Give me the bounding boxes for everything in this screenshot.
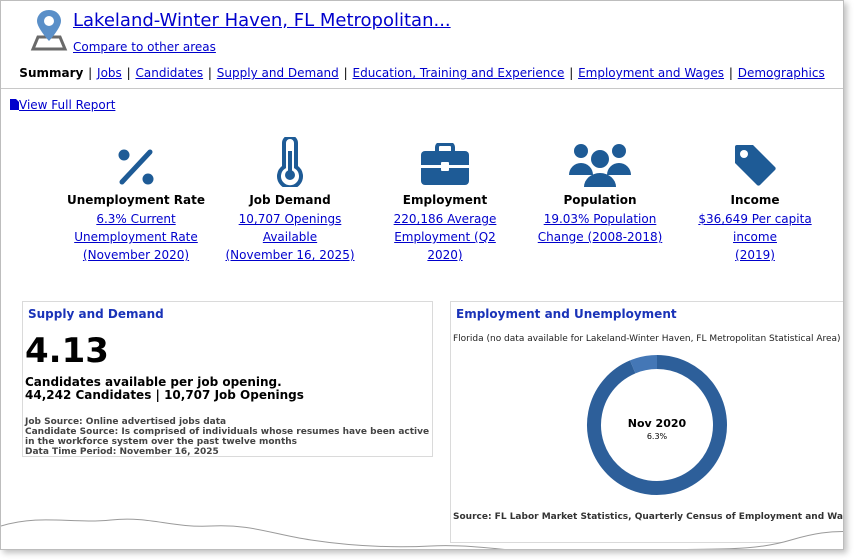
nav-item-demographics[interactable]: Demographics [738,66,825,80]
stat-label: Unemployment Rate [66,193,205,207]
stat-value-line: Change (2008-2018) [537,230,663,244]
stat-value-line: 6.3% Current [96,212,176,226]
users-icon [569,144,631,187]
section-nav: Summary | Jobs | Candidates | Supply and… [1,66,843,80]
stat-job-demand: Job Demand 10,707 Openings Available (No… [220,137,360,264]
stat-value-line: 10,707 Openings Available [238,212,342,244]
supply-demand-panel: Supply and Demand 4.13 Candidates availa… [22,301,433,457]
stat-population: Population 19.03% Population Change (200… [530,137,670,246]
briefcase-icon [421,143,469,185]
stat-label: Income [730,193,780,207]
panel-title: Employment and Unemployment [456,307,677,321]
nav-item-jobs[interactable]: Jobs [97,66,122,80]
map-pin-icon [30,10,68,51]
stat-value-line: 19.03% Population [543,212,657,226]
stat-value-line: $36,649 Per capita income [698,212,812,244]
stat-value-link[interactable]: $36,649 Per capita income (2019) [685,210,825,264]
stat-value-line: Unemployment Rate [74,230,198,244]
thermometer-icon [277,137,303,187]
page-title[interactable]: Lakeland-Winter Haven, FL Metropolitan..… [73,10,451,31]
stat-value-line: (November 2020) [82,248,190,262]
compare-areas-link[interactable]: Compare to other areas [73,40,216,54]
torn-edge [1,518,843,549]
report-window: Lakeland-Winter Haven, FL Metropolitan..… [0,0,844,550]
candidates-openings-count: 44,242 Candidates | 10,707 Job Openings [25,388,304,402]
chart-center-label: Nov 2020 [627,417,687,430]
divider [1,88,843,89]
document-icon [10,99,19,110]
panel-title: Supply and Demand [28,307,164,321]
candidate-source-note: Candidate Source: Is comprised of indivi… [25,427,430,447]
chart-center-value: 6.3% [646,432,668,441]
stat-value-line: (November 16, 2025) [225,248,355,262]
nav-separator: | [126,66,131,80]
nav-separator: | [728,66,733,80]
stat-value-link[interactable]: 220,186 Average Employment (Q2 2020) [375,210,515,264]
stat-value-line: (2019) [735,248,775,262]
stat-value-line: 220,186 Average [393,212,497,226]
nav-item-education[interactable]: Education, Training and Experience [353,66,565,80]
nav-item-candidates[interactable]: Candidates [135,66,203,80]
stat-value-link[interactable]: 19.03% Population Change (2008-2018) [530,210,670,246]
nav-item-summary: Summary [19,66,84,80]
tag-icon [735,145,776,186]
stat-income: Income $36,649 Per capita income (2019) [685,137,825,264]
nav-separator: | [88,66,93,80]
candidates-per-opening-ratio: 4.13 [25,331,109,371]
stat-value-link[interactable]: 10,707 Openings Available (November 16, … [220,210,360,264]
donut-slice-unemployed[interactable] [630,355,658,374]
stat-unemployment-rate: Unemployment Rate 6.3% Current Unemploym… [66,137,206,264]
data-availability-note: Florida (no data available for Lakeland-… [453,334,841,344]
view-full-report-label: View Full Report [19,98,116,112]
stat-value-line: Employment (Q2 2020) [394,230,496,262]
percent-icon [118,149,154,185]
stat-label: Employment [402,193,488,207]
job-source-note: Job Source: Online advertised jobs data [25,417,227,427]
nav-item-supply-demand[interactable]: Supply and Demand [217,66,339,80]
view-full-report-link[interactable]: View Full Report [10,98,115,112]
nav-separator: | [569,66,574,80]
nav-separator: | [207,66,212,80]
data-time-period: Data Time Period: November 16, 2025 [25,447,219,457]
stat-label: Population [563,193,637,207]
stat-label: Job Demand [249,193,331,207]
nav-item-employment-wages[interactable]: Employment and Wages [578,66,724,80]
stat-value-link[interactable]: 6.3% Current Unemployment Rate (November… [66,210,206,264]
stat-employment: Employment 220,186 Average Employment (Q… [375,137,515,264]
nav-separator: | [343,66,348,80]
